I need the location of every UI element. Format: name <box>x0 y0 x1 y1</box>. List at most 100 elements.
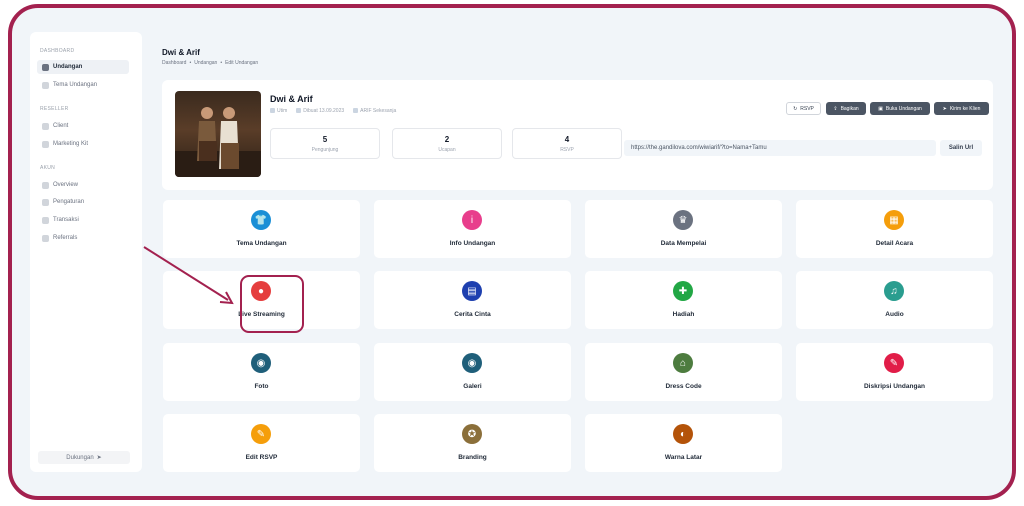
share-button[interactable]: ⇪ Bagikan <box>826 102 866 115</box>
tile-detail-acara[interactable]: ▦ Detail Acara <box>796 200 993 258</box>
tile-foto[interactable]: ◉ Foto <box>163 343 360 401</box>
overview-icon <box>42 181 49 189</box>
edit-icon: ✎ <box>251 424 271 444</box>
sidebar-item-transaksi[interactable]: Transaksi <box>37 213 129 227</box>
sidebar-section-akun: AKUN <box>40 165 56 171</box>
stat-value: 4 <box>564 135 570 144</box>
transaction-icon <box>42 216 49 224</box>
tile-audio[interactable]: ♫ Audio <box>796 271 993 329</box>
support-label: Dukungan <box>66 454 94 461</box>
rsvp-button[interactable]: ↻ RSVP <box>786 102 821 115</box>
copy-url-button[interactable]: Salin Url <box>940 140 982 156</box>
sidebar-item-undangan[interactable]: Undangan <box>37 60 129 74</box>
client-icon <box>42 122 49 130</box>
stat-visitors: 5 Pengunjung <box>270 128 380 159</box>
stat-greetings: 2 Ucapan <box>392 128 502 159</box>
sidebar-item-tema-undangan[interactable]: Tema Undangan <box>37 78 129 92</box>
hanger-icon: ⌂ <box>673 353 693 373</box>
tile-label: Warna Latar <box>664 454 703 461</box>
pointer-arrow <box>143 246 234 305</box>
tile-dress-code[interactable]: ⌂ Dress Code <box>585 343 782 401</box>
breadcrumb: Dashboard • Undangan • Edit Undangan <box>162 60 258 66</box>
sidebar-item-label: Transaksi <box>53 217 79 223</box>
tile-branding[interactable]: ✪ Branding <box>374 414 571 472</box>
document-icon: ✎ <box>884 353 904 373</box>
breadcrumb-item[interactable]: Undangan <box>194 60 217 66</box>
tile-label: Hadiah <box>672 311 695 318</box>
highlight-box <box>240 275 304 333</box>
gift-icon: ✚ <box>673 281 693 301</box>
tile-edit-rsvp[interactable]: ✎ Edit RSVP <box>163 414 360 472</box>
page-title: Dwi & Arif <box>162 48 200 57</box>
stat-label: Ucapan <box>438 147 456 153</box>
shirt-icon: 👕 <box>251 210 271 230</box>
tile-diskripsi-undangan[interactable]: ✎ Diskripsi Undangan <box>796 343 993 401</box>
tile-label: Info Undangan <box>449 240 496 247</box>
invitation-summary-card: Dwi & Arif Utim Dibuat 13.09.2023 ARIF S… <box>162 80 993 190</box>
calendar-icon <box>296 108 302 114</box>
stat-label: Pengunjung <box>311 147 339 153</box>
sidebar-item-label: Overview <box>53 182 79 188</box>
stat-value: 2 <box>444 135 450 144</box>
referral-icon <box>42 234 49 242</box>
breadcrumb-separator: • <box>220 60 223 66</box>
breadcrumb-item[interactable]: Dashboard <box>162 60 186 66</box>
stat-rsvp: 4 RSVP <box>512 128 622 159</box>
info-icon: i <box>462 210 482 230</box>
couple-icon: ♛ <box>673 210 693 230</box>
couple-photo <box>175 91 261 177</box>
sidebar-item-label: Referrals <box>53 235 78 241</box>
meta-item: Utim <box>270 108 287 114</box>
invitation-url-field[interactable]: https://the.gandilova.com/wiwiarif/?to=N… <box>624 140 936 156</box>
invitation-title: Dwi & Arif <box>270 94 313 104</box>
invitation-meta: Utim Dibuat 13.09.2023 ARIF Sekesanja <box>270 108 396 114</box>
sidebar-item-overview[interactable]: Overview <box>37 178 129 192</box>
tile-label: Galeri <box>463 383 482 390</box>
tile-hadiah[interactable]: ✚ Hadiah <box>585 271 782 329</box>
sidebar-item-label: Client <box>53 123 69 129</box>
open-invitation-button[interactable]: ▣ Buka Undangan <box>870 102 930 115</box>
calendar-icon: ▦ <box>884 210 904 230</box>
stat-label: RSVP <box>560 147 574 153</box>
sidebar-item-label: Undangan <box>53 64 83 70</box>
tile-label: Detail Acara <box>875 240 914 247</box>
open-icon: ▣ <box>878 105 883 112</box>
sidebar-item-label: Pengaturan <box>53 199 85 205</box>
sidebar-item-client[interactable]: Client <box>37 119 129 133</box>
tag-icon <box>353 108 359 114</box>
tile-label: Branding <box>458 454 487 461</box>
tile-galeri[interactable]: ◉ Galeri <box>374 343 571 401</box>
badge-icon: ✪ <box>462 424 482 444</box>
send-to-client-button[interactable]: ➤ Kirim ke Klien <box>934 102 989 115</box>
tile-data-mempelai[interactable]: ♛ Data Mempelai <box>585 200 782 258</box>
sidebar-section-dashboard: DASHBOARD <box>40 48 75 54</box>
tile-label: Data Mempelai <box>660 240 707 247</box>
stat-value: 5 <box>322 135 328 144</box>
tile-label: Audio <box>885 311 904 318</box>
headphones-icon: ♫ <box>884 281 904 301</box>
sidebar: DASHBOARD Undangan Tema Undangan RESELLE… <box>30 32 142 472</box>
theme-icon <box>42 81 49 89</box>
tile-warna-latar[interactable]: ◐ Warna Latar <box>585 414 782 472</box>
support-button[interactable]: Dukungan ➤ <box>38 451 130 464</box>
tile-info-undangan[interactable]: i Info Undangan <box>374 200 571 258</box>
refresh-icon: ↻ <box>793 105 798 112</box>
screenshot-frame: DASHBOARD Undangan Tema Undangan RESELLE… <box>8 4 1016 500</box>
gallery-icon: ◉ <box>462 353 482 373</box>
sidebar-item-pengaturan[interactable]: Pengaturan <box>37 195 129 209</box>
tile-label: Diskripsi Undangan <box>863 383 926 390</box>
sidebar-item-referrals[interactable]: Referrals <box>37 231 129 245</box>
breadcrumb-separator: • <box>189 60 192 66</box>
share-icon: ⇪ <box>833 105 838 112</box>
camera-icon: ◉ <box>251 353 271 373</box>
sidebar-item-marketing-kit[interactable]: Marketing Kit <box>37 137 129 151</box>
marketing-icon <box>42 140 49 148</box>
sidebar-item-label: Tema Undangan <box>53 82 98 88</box>
send-icon: ➤ <box>96 455 102 461</box>
sidebar-item-label: Marketing Kit <box>53 141 89 147</box>
tile-label: Edit RSVP <box>245 454 278 461</box>
tile-label: Dress Code <box>665 383 702 390</box>
tile-cerita-cinta[interactable]: ▤ Cerita Cinta <box>374 271 571 329</box>
send-icon: ➤ <box>942 105 947 112</box>
user-icon <box>270 108 275 114</box>
